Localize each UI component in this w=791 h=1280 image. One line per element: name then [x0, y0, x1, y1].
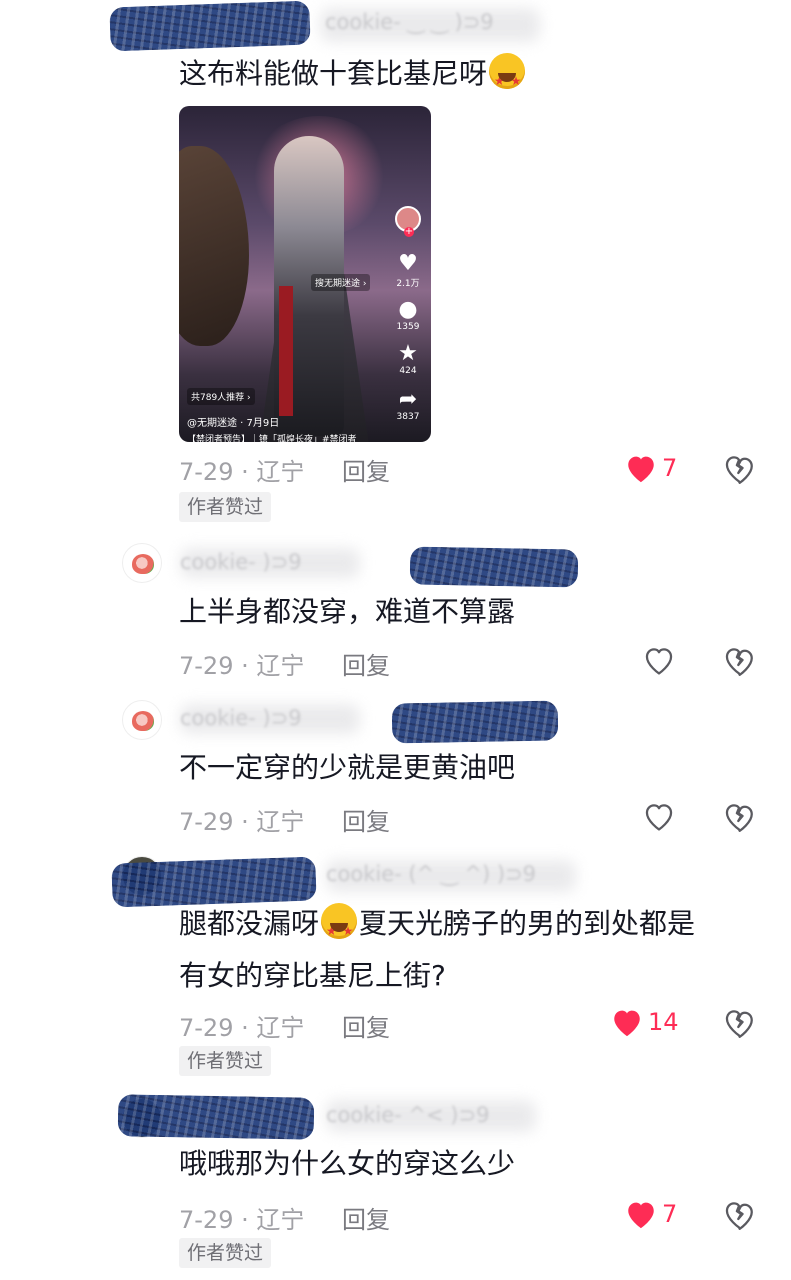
video-thumbnail-dragon [179, 146, 249, 346]
comment-date-location: 7-29 · 辽宁 [179, 1014, 305, 1042]
like-button[interactable] [642, 800, 682, 834]
star-icon: ★ [398, 341, 418, 366]
video-comment[interactable]: ● 1359 [391, 297, 425, 333]
redacted-reply-target [391, 700, 559, 744]
heart-icon: ♥ [398, 251, 418, 276]
star-struck-emoji-icon [321, 903, 358, 953]
redacted-username [111, 856, 317, 908]
video-description: 【禁闭者预告】｜镣「孤煌长夜」#禁闭者 [187, 435, 357, 442]
like-button[interactable] [610, 1006, 650, 1040]
reply-button[interactable]: 回复 [342, 1200, 390, 1235]
comment-text: 这布料能做十套比基尼呀 [179, 52, 527, 103]
author-liked-badge: 作者赞过 [179, 492, 272, 522]
dislike-button[interactable] [722, 1006, 758, 1040]
comment-date-location: 7-29 · 辽宁 [179, 458, 305, 486]
video-like[interactable]: ♥ 2.1万 [391, 251, 425, 290]
heart-filled-icon [628, 1202, 654, 1229]
comment-text: 上半身都没穿，难道不算露 [179, 595, 516, 628]
heart-outline-icon [645, 648, 673, 675]
broken-heart-icon [725, 648, 753, 677]
reply-button[interactable]: 回复 [342, 802, 390, 837]
comment-text-line-1: 腿都没漏呀夏天光膀子的男的到处都是 [179, 902, 695, 953]
comment-text: 不一定穿的少就是更黄油吧 [179, 751, 516, 784]
like-button[interactable] [642, 644, 682, 678]
comment-text-line-2: 有女的穿比基尼上街? [179, 959, 446, 992]
author-liked-badge: 作者赞过 [179, 1238, 272, 1268]
like-count: 7 [662, 454, 678, 482]
heart-outline-icon [645, 804, 673, 831]
username[interactable]: cookie- (^ ‿ ^) )⊃9 [326, 862, 536, 886]
username[interactable]: cookie- )⊃9 [180, 706, 302, 730]
video-thumbnail-sash [279, 286, 293, 416]
comment-text: 哦哦那为什么女的穿这么少 [179, 1147, 516, 1180]
broken-heart-icon [725, 456, 753, 485]
avatar[interactable] [122, 700, 162, 740]
author-liked-badge: 作者赞过 [179, 1046, 272, 1076]
username[interactable]: cookie- ‿ ‿ )⊃9 [325, 10, 494, 34]
avatar[interactable] [122, 543, 162, 583]
dislike-button[interactable] [722, 644, 758, 678]
redacted-username [117, 1094, 315, 1140]
reply-button[interactable]: 回复 [342, 646, 390, 681]
like-count: 7 [662, 1200, 678, 1228]
video-author[interactable]: @无期迷途 · 7月9日 [187, 414, 279, 429]
username[interactable]: cookie- ^< )⊃9 [326, 1103, 489, 1127]
video-search-tag[interactable]: 搜无期迷途 › [311, 274, 371, 291]
broken-heart-icon [725, 804, 753, 833]
video-favorite[interactable]: ★ 424 [391, 341, 425, 377]
comment-date-location: 7-29 · 辽宁 [179, 808, 305, 836]
dislike-button[interactable] [722, 452, 758, 486]
video-share[interactable]: ➦ 3837 [391, 387, 425, 423]
broken-heart-icon [725, 1202, 753, 1231]
star-struck-emoji-icon [489, 53, 526, 103]
like-button[interactable] [624, 1198, 664, 1232]
comment-date-location: 7-29 · 辽宁 [179, 1206, 305, 1234]
video-author-avatar[interactable] [395, 206, 421, 237]
comment-icon: ● [398, 297, 418, 322]
like-count: 14 [648, 1008, 679, 1036]
video-recommend[interactable]: 共789人推荐 › [187, 388, 255, 405]
video-card[interactable]: ♥2.1万 ●1359 ★424 ➦3837 搜无期迷途 › 共789人推荐 ›… [179, 106, 431, 442]
dislike-button[interactable] [722, 1198, 758, 1232]
heart-filled-icon [628, 456, 654, 483]
comment-date-location: 7-29 · 辽宁 [179, 652, 305, 680]
username[interactable]: cookie- )⊃9 [180, 550, 302, 574]
broken-heart-icon [725, 1010, 753, 1039]
like-button[interactable] [624, 452, 664, 486]
reply-button[interactable]: 回复 [342, 1008, 390, 1043]
heart-filled-icon [614, 1010, 640, 1037]
redacted-avatar-username [109, 0, 311, 52]
redacted-reply-target [409, 546, 579, 588]
dislike-button[interactable] [722, 800, 758, 834]
reply-button[interactable]: 回复 [342, 452, 390, 487]
avatar-fruit-icon [132, 554, 154, 574]
avatar-fruit-icon [132, 711, 154, 731]
share-icon: ➦ [398, 387, 418, 412]
